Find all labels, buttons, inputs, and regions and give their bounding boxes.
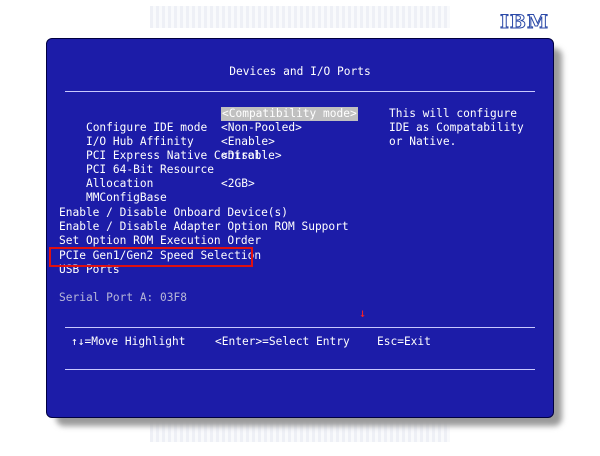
setting-value-mmconfigbase[interactable]: <2GB> — [221, 177, 255, 191]
help-line: This will configure — [389, 107, 517, 120]
bios-window: Devices and I/O Ports Configure IDE mode… — [46, 38, 554, 418]
watermark-top — [150, 6, 450, 28]
scroll-down-icon: ↓ — [359, 306, 367, 320]
setting-value-io-hub-affinity[interactable]: <Non-Pooled> — [221, 121, 302, 135]
divider-middle — [65, 327, 535, 328]
setting-value-pci-express-native-control[interactable]: <Enable> — [221, 135, 275, 149]
footer-move-highlight: ↑↓=Move Highlight — [71, 335, 186, 348]
divider-top — [65, 91, 535, 92]
help-line: or Native. — [389, 135, 457, 148]
footer-exit: Esc=Exit — [377, 335, 431, 348]
help-line: IDE as Compatability — [389, 121, 524, 134]
divider-bottom — [65, 369, 535, 370]
submenu-onboard-devices[interactable]: Enable / Disable Onboard Device(s) — [59, 206, 288, 220]
page-title: Devices and I/O Ports — [229, 65, 371, 78]
submenu-adapter-option-rom[interactable]: Enable / Disable Adapter Option ROM Supp… — [59, 220, 349, 234]
highlight-annotation-box — [49, 247, 253, 267]
setting-label: MMConfigBase — [85, 191, 167, 204]
serial-port-info: Serial Port A: 03F8 — [59, 291, 187, 304]
setting-value-pci-64bit-resource[interactable]: <Disable> — [221, 149, 282, 163]
footer-select-entry: <Enter>=Select Entry — [215, 335, 350, 348]
submenu-option-rom-order[interactable]: Set Option ROM Execution Order — [59, 234, 261, 248]
setting-value-ide-mode[interactable]: <Compatibility mode> — [221, 107, 358, 121]
ibm-logo: IBM — [500, 11, 549, 34]
